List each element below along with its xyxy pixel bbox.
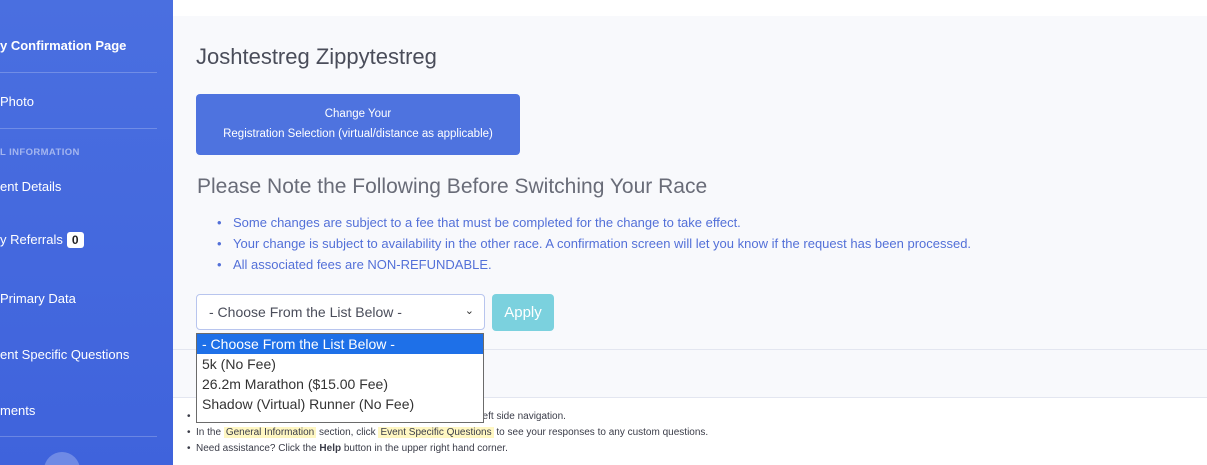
info-line2-pre: In the	[196, 427, 222, 438]
note-item: All associated fees are NON-REFUNDABLE.	[217, 254, 971, 275]
sidebar-item-label: y Referrals	[0, 232, 63, 247]
sidebar-item-confirmation-page[interactable]: y Confirmation Page	[0, 38, 126, 53]
sidebar-item-documents[interactable]: ments	[0, 403, 35, 418]
change-button-line1: Change Your	[324, 108, 392, 120]
sidebar-item-event-details[interactable]: ent Details	[0, 179, 61, 194]
change-button-line2: Registration Selection (virtual/distance…	[223, 128, 493, 140]
general-information-highlight: General Information	[223, 427, 317, 438]
race-select-value: - Choose From the List Below -	[209, 304, 402, 320]
chevron-down-icon: ⌄	[464, 305, 474, 317]
page-title: Joshtestreg Zippytestreg	[196, 44, 437, 69]
referrals-count-badge: 0	[66, 232, 84, 248]
info-line1-text: e left side navigation.	[472, 411, 566, 422]
note-item: Some changes are subject to a fee that m…	[217, 212, 971, 233]
info-line2-mid: section, click	[318, 427, 376, 438]
sidebar-toggle-button[interactable]	[44, 452, 80, 465]
sidebar-item-photo[interactable]: Photo	[0, 94, 34, 109]
info-line3-post: button in the upper right hand corner.	[343, 443, 508, 454]
sidebar-item-referrals[interactable]: y Referrals 0	[0, 232, 84, 248]
note-list: Some changes are subject to a fee that m…	[217, 212, 971, 275]
dropdown-option[interactable]: 5k (No Fee)	[197, 354, 483, 374]
info-line2-post: to see your responses to any custom ques…	[496, 427, 709, 438]
note-item: Your change is subject to availability i…	[217, 233, 971, 254]
dropdown-option[interactable]: 26.2m Marathon ($15.00 Fee)	[197, 374, 483, 394]
sidebar-item-primary-data[interactable]: Primary Data	[0, 291, 76, 306]
change-registration-button[interactable]: Change Your Registration Selection (virt…	[196, 94, 520, 155]
sidebar-heading-general-information: L INFORMATION	[0, 147, 80, 158]
sidebar: y Confirmation Page Photo L INFORMATION …	[0, 0, 173, 465]
sidebar-item-event-specific-questions[interactable]: ent Specific Questions	[0, 347, 129, 362]
sidebar-divider	[0, 436, 157, 437]
dropdown-option[interactable]: Shadow (Virtual) Runner (No Fee)	[197, 394, 483, 414]
info-item: In the General Information section, clic…	[187, 425, 708, 441]
info-item: Need assistance? Click the Help button i…	[187, 441, 708, 457]
sidebar-divider	[0, 128, 157, 129]
note-heading: Please Note the Following Before Switchi…	[197, 175, 708, 198]
race-select[interactable]: - Choose From the List Below - ⌄	[196, 294, 485, 330]
apply-button[interactable]: Apply	[492, 294, 554, 331]
dropdown-option[interactable]: - Choose From the List Below -	[197, 334, 483, 354]
event-specific-questions-highlight: Event Specific Questions	[378, 427, 494, 438]
info-line3-pre: Need assistance? Click the	[196, 443, 317, 454]
race-select-dropdown: - Choose From the List Below - 5k (No Fe…	[196, 333, 484, 423]
help-label: Help	[319, 443, 342, 454]
topbar	[173, 0, 1207, 16]
sidebar-divider	[0, 72, 157, 73]
